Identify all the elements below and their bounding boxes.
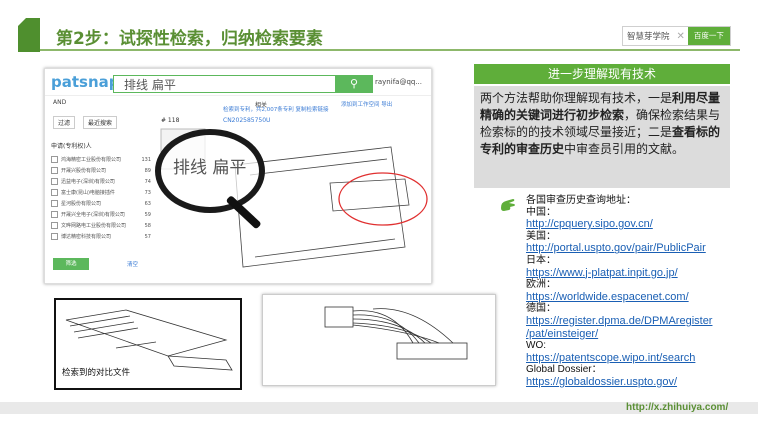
footer-url[interactable]: http://x.zhihuiya.com/: [626, 402, 728, 413]
china-link[interactable]: http://cpquery.sipo.gov.cn/: [526, 218, 756, 231]
filter-item[interactable]: 鸿海精密工业股份有限公司 131: [51, 155, 151, 166]
magnified-keywords: 排线 扁平: [173, 158, 247, 178]
and-operator[interactable]: AND: [53, 99, 66, 106]
tab-filter[interactable]: 过滤: [53, 116, 76, 129]
pointing-hand-icon: [501, 199, 515, 211]
tab-recent[interactable]: 最近搜索: [83, 116, 118, 129]
result-number: # 118: [161, 117, 180, 124]
magnifier-icon: 排线 扁平: [155, 129, 265, 213]
brand-search-button[interactable]: 百度一下: [687, 27, 730, 45]
slide-title: 第2步：试探性检索，归纳检索要素: [56, 29, 323, 49]
filter-clear-link[interactable]: 清空: [127, 260, 138, 268]
filter-sidebar: 过滤 最近搜索 申请(专利权)人 鸿海精密工业股份有限公司 131 开晟兴股份有限…: [45, 113, 155, 283]
patsnap-screenshot: patsnap 排线 扁平 ⚲ raynifa@qq... AND 相关 添加到…: [44, 68, 432, 284]
links-intro: 各国审查历史查询地址：: [526, 195, 636, 206]
filter-item[interactable]: 迅益电子(深圳)有限公司 74: [51, 177, 151, 188]
panel-heading: 进一步理解现有技术: [474, 64, 730, 84]
global-dossier-link[interactable]: https://globaldossier.uspto.gov/: [526, 376, 756, 389]
filter-item[interactable]: 文晔网路电工业股份有限公司 58: [51, 221, 151, 232]
filter-item[interactable]: 开晟兴全电子(深圳)有限公司 59: [51, 210, 151, 221]
header-underline: [40, 49, 740, 51]
patent-number-link[interactable]: CN202585750U: [223, 117, 270, 124]
filter-item[interactable]: 富士康(昆山)电脑接插件 73: [51, 188, 151, 199]
search-icon[interactable]: ⚲: [335, 75, 373, 93]
slide: 第2步：试探性检索，归纳检索要素 智慧芽学院 ✕ 百度一下 patsnap 排线…: [0, 0, 758, 426]
wo-label: WO:: [526, 340, 546, 352]
europe-label: 欧洲：: [526, 279, 556, 291]
examiner-citation-figure: [262, 294, 496, 386]
patsnap-topbar: patsnap 排线 扁平 ⚲ raynifa@qq...: [45, 69, 431, 96]
panel-text: 两个方法帮助你理解现有技术，一是利用尽量精确的关键词进行初步检索，确保检索结果与…: [480, 91, 721, 156]
comparison-figure: 检索到的对比文件: [54, 298, 242, 390]
brand-search-text[interactable]: 智慧芽学院: [623, 30, 674, 42]
filter-list: 鸿海精密工业股份有限公司 131 开晟兴股份有限公司 89 迅益电子(深圳)有限公司…: [51, 155, 151, 243]
germany-label: 德国：: [526, 303, 556, 315]
china-label: 中国：: [526, 206, 556, 218]
panel-body: 两个方法帮助你理解现有技术，一是利用尽量精确的关键词进行初步检索，确保检索结果与…: [474, 86, 730, 188]
filter-item[interactable]: 博达精密科技有限公司 57: [51, 232, 151, 243]
filter-tabs: 过滤 最近搜索: [53, 116, 118, 129]
us-link[interactable]: http://portal.uspto.gov/pair/PublicPair: [526, 242, 756, 255]
wo-link[interactable]: https://patentscope.wipo.int/search: [526, 352, 756, 365]
filter-item[interactable]: 星河股份有限公司 63: [51, 199, 151, 210]
filter-item[interactable]: 开晟兴股份有限公司 89: [51, 166, 151, 177]
search-value: 排线 扁平: [124, 78, 176, 92]
comparison-caption: 检索到的对比文件: [62, 368, 131, 378]
europe-link[interactable]: https://worldwide.espacenet.com/: [526, 291, 756, 304]
germany-link[interactable]: https://register.dpma.de/DPMAregister: [526, 315, 756, 328]
japan-label: 日本：: [526, 254, 556, 266]
cable-drawing-2: [324, 306, 468, 360]
history-links: 各国审查历史查询地址： 中国： http://cpquery.sipo.gov.…: [526, 195, 756, 389]
patsnap-search-input[interactable]: 排线 扁平: [113, 75, 337, 93]
brand-search-box: 智慧芽学院 ✕ 百度一下: [622, 26, 731, 46]
header-accent-notch: [18, 18, 26, 26]
germany-link-cont[interactable]: /pat/einsteiger/: [526, 328, 756, 341]
clear-icon[interactable]: ✕: [674, 31, 688, 42]
filter-apply-button[interactable]: 筛选: [53, 258, 89, 270]
patsnap-logo: patsnap: [51, 73, 120, 91]
filter-heading: 申请(专利权)人: [51, 143, 92, 150]
global-dossier-label: Global Dossier：: [526, 364, 602, 376]
result-summary[interactable]: 检索到专利，共2,007条专利 复制检索链接: [223, 105, 329, 113]
us-label: 美国：: [526, 230, 556, 242]
japan-link[interactable]: https://www.j-platpat.inpit.go.jp/: [526, 267, 756, 280]
export-tools[interactable]: 添加到工作空间 导出: [341, 100, 392, 108]
user-account[interactable]: raynifa@qq...: [375, 78, 422, 86]
